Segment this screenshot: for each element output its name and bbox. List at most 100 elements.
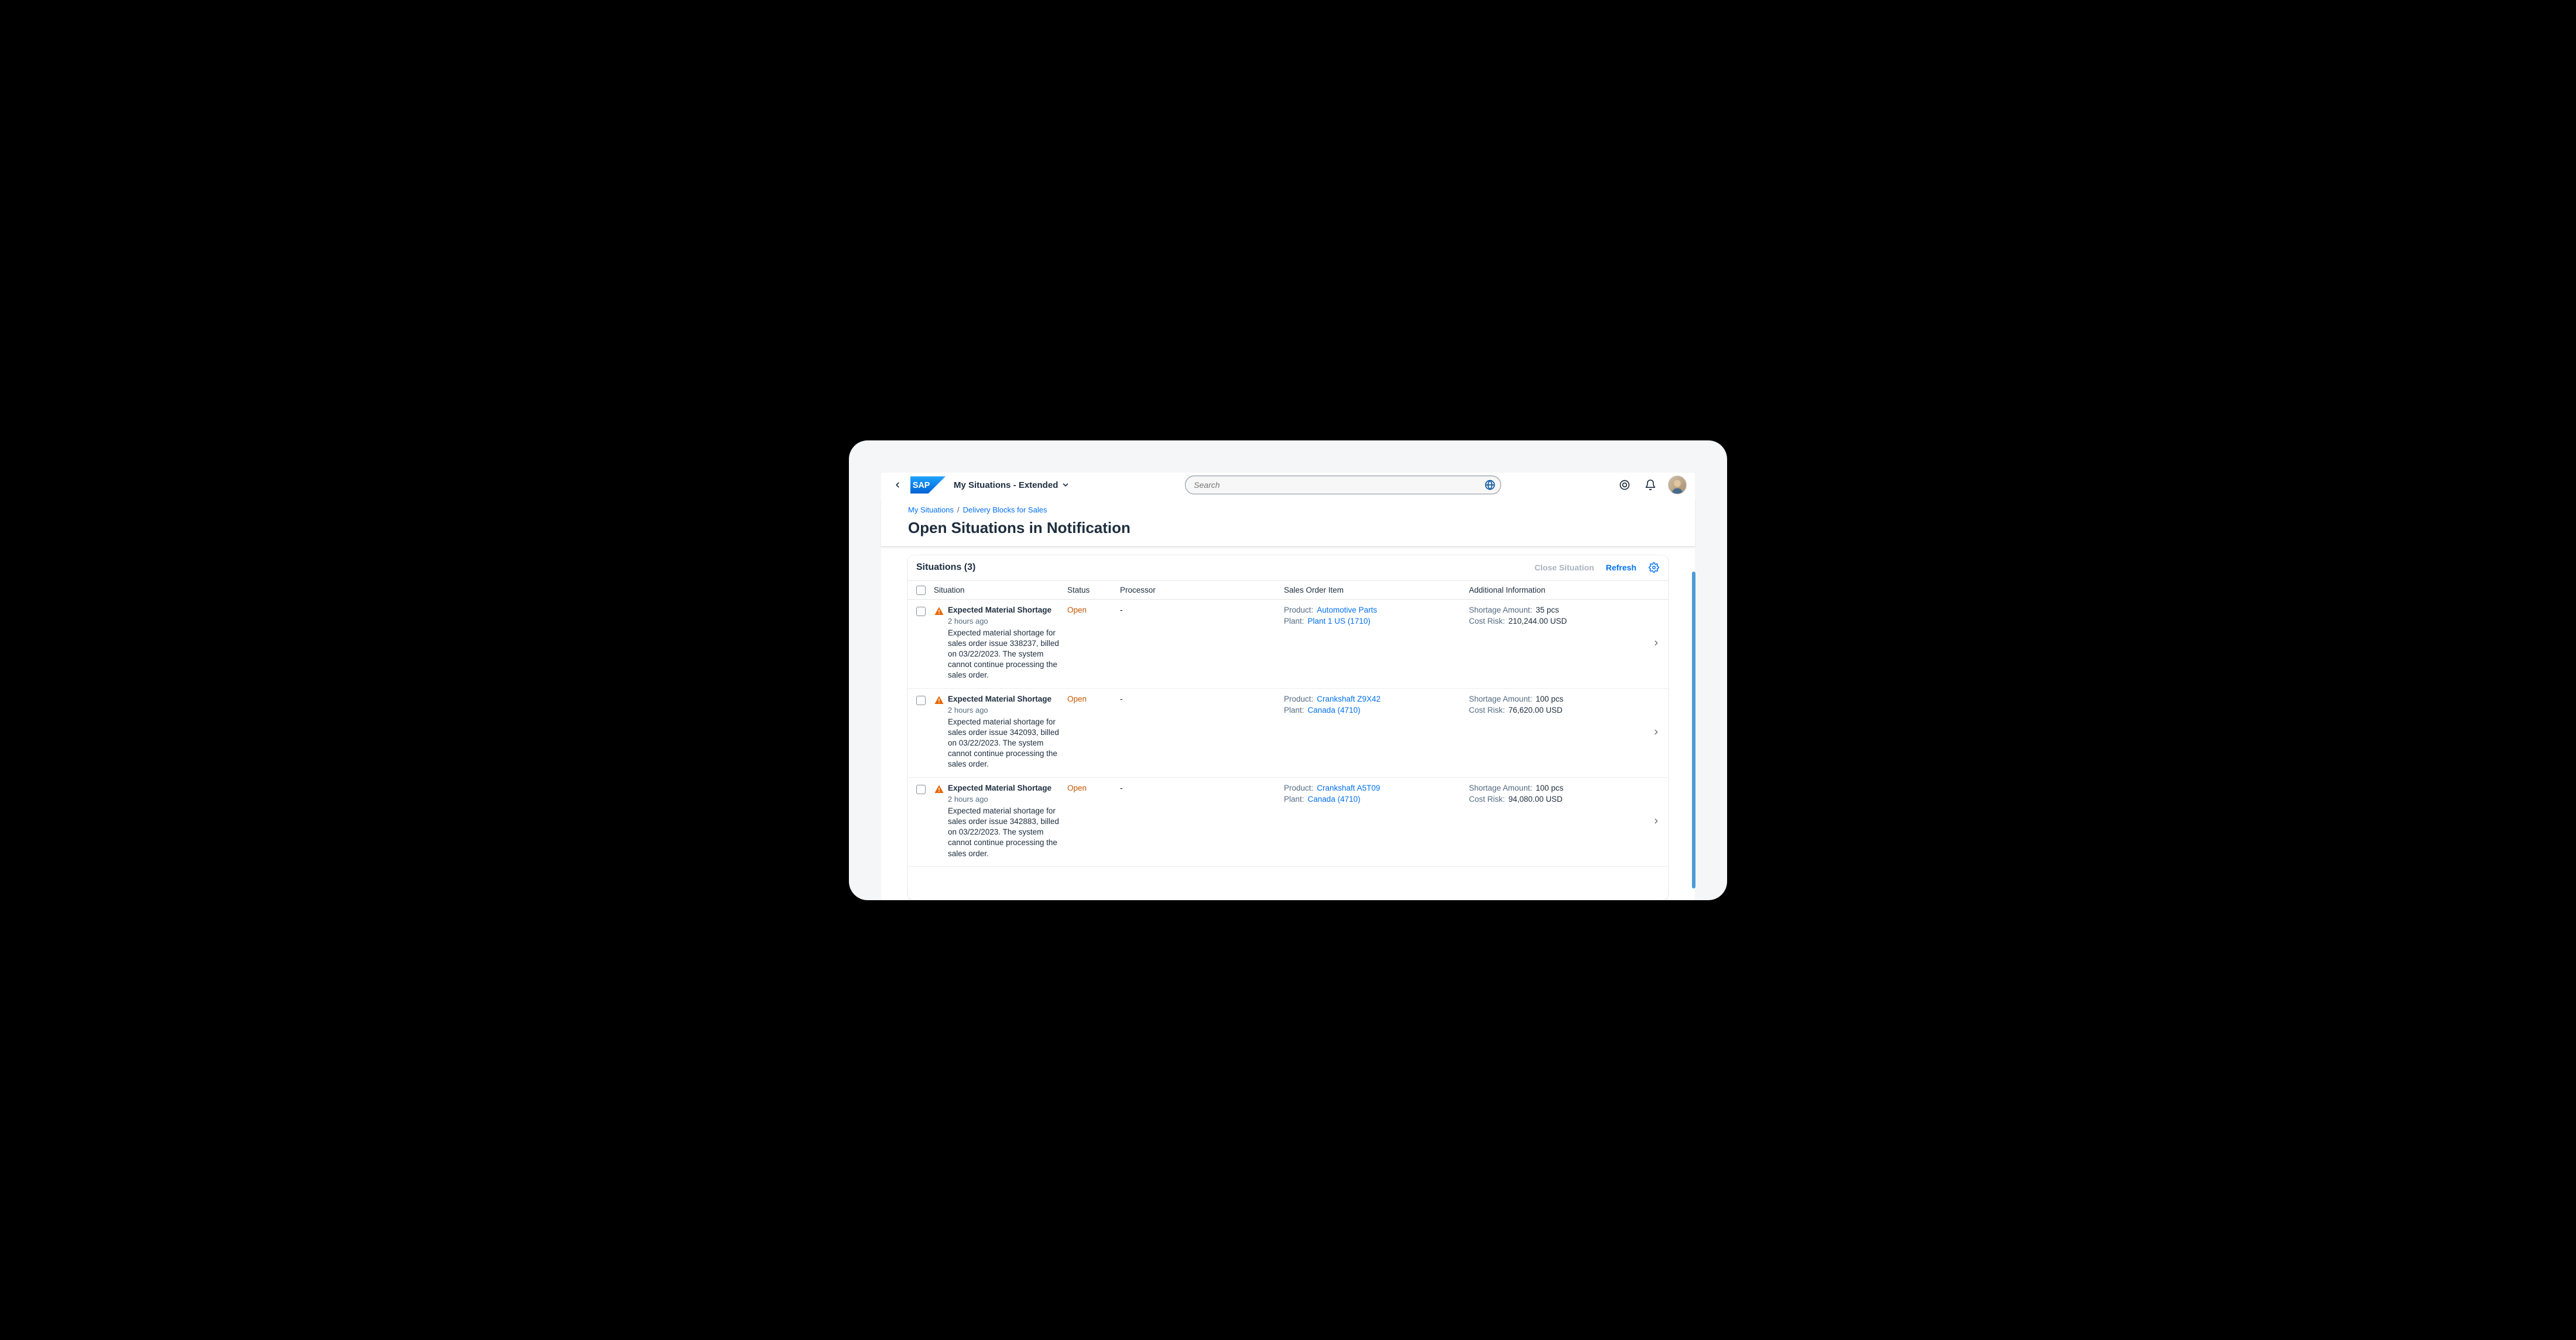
row-nav-button[interactable]: [1645, 695, 1668, 770]
app-window: SAP My Situations - Extended: [849, 440, 1727, 900]
shortage-label: Shortage Amount:: [1469, 695, 1532, 703]
gear-icon: [1649, 562, 1659, 573]
product-title: My Situations - Extended: [954, 480, 1058, 490]
page-title: Open Situations in Notification: [908, 519, 1668, 537]
row-nav-button[interactable]: [1645, 784, 1668, 859]
toolbar-actions: Close Situation Refresh: [1534, 562, 1660, 573]
product-link[interactable]: Crankshaft A5T09: [1317, 784, 1380, 792]
app-surface: SAP My Situations - Extended: [881, 473, 1695, 900]
product-link[interactable]: Automotive Parts: [1317, 606, 1377, 614]
user-avatar[interactable]: [1668, 476, 1687, 494]
status-value: Open: [1067, 606, 1087, 614]
bell-icon: [1645, 479, 1656, 491]
svg-text:SAP: SAP: [913, 481, 930, 490]
shellbar-left: SAP My Situations - Extended: [889, 476, 1070, 494]
copilot-button[interactable]: [1616, 477, 1633, 493]
table-row[interactable]: Expected Material Shortage 2 hours ago E…: [908, 689, 1668, 778]
costrisk-value: 76,620.00 USD: [1509, 706, 1563, 715]
col-additional-info[interactable]: Additional Information: [1469, 586, 1645, 594]
breadcrumb-sep: /: [957, 505, 960, 514]
close-situation-button[interactable]: Close Situation: [1534, 563, 1594, 572]
col-processor[interactable]: Processor: [1120, 586, 1284, 594]
content: Situations (3) Close Situation Refresh: [881, 547, 1695, 900]
row-checkbox[interactable]: [916, 607, 926, 616]
processor-value: -: [1120, 606, 1123, 614]
situation-description: Expected material shortage for sales ord…: [948, 717, 1061, 770]
plant-link[interactable]: Plant 1 US (1710): [1308, 617, 1371, 625]
plant-label: Plant:: [1284, 795, 1304, 804]
shortage-label: Shortage Amount:: [1469, 784, 1532, 792]
table-title: Situations (3): [916, 562, 975, 573]
table-header: Situation Status Processor Sales Order I…: [908, 581, 1668, 600]
situation-description: Expected material shortage for sales ord…: [948, 628, 1061, 681]
shortage-value: 100 pcs: [1536, 784, 1563, 792]
chevron-right-icon: [1652, 817, 1660, 825]
avatar-figure-icon: [1669, 477, 1686, 494]
breadcrumb-item-0[interactable]: My Situations: [908, 505, 954, 514]
costrisk-label: Cost Risk:: [1469, 617, 1505, 625]
search-input[interactable]: [1194, 480, 1484, 490]
scrollbar[interactable]: [1692, 572, 1695, 888]
sap-logo: SAP: [910, 476, 946, 494]
breadcrumb: My Situations / Delivery Blocks for Sale…: [908, 505, 1668, 514]
costrisk-label: Cost Risk:: [1469, 795, 1505, 804]
situations-table-card: Situations (3) Close Situation Refresh: [908, 555, 1668, 900]
chevron-right-icon: [1652, 728, 1660, 736]
row-checkbox[interactable]: [916, 696, 926, 705]
col-status[interactable]: Status: [1067, 586, 1120, 594]
costrisk-value: 94,080.00 USD: [1509, 795, 1563, 804]
chevron-down-icon: [1061, 481, 1070, 489]
situation-title: Expected Material Shortage: [948, 606, 1061, 614]
situation-title: Expected Material Shortage: [948, 695, 1061, 703]
product-label: Product:: [1284, 606, 1313, 614]
globe-icon[interactable]: [1484, 479, 1496, 491]
situation-title: Expected Material Shortage: [948, 784, 1061, 792]
table-row[interactable]: Expected Material Shortage 2 hours ago E…: [908, 600, 1668, 689]
product-switcher[interactable]: My Situations - Extended: [954, 480, 1070, 490]
table-row[interactable]: Expected Material Shortage 2 hours ago E…: [908, 778, 1668, 867]
shortage-value: 100 pcs: [1536, 695, 1563, 703]
col-situation[interactable]: Situation: [934, 586, 1067, 594]
processor-value: -: [1120, 695, 1123, 703]
notifications-button[interactable]: [1642, 477, 1659, 493]
plant-label: Plant:: [1284, 617, 1304, 625]
shellbar: SAP My Situations - Extended: [881, 473, 1695, 498]
col-sales-order-item[interactable]: Sales Order Item: [1284, 586, 1469, 594]
search-field[interactable]: [1185, 476, 1501, 494]
costrisk-label: Cost Risk:: [1469, 706, 1505, 715]
situation-time: 2 hours ago: [948, 617, 1061, 625]
table-body: Expected Material Shortage 2 hours ago E…: [908, 600, 1668, 867]
shortage-value: 35 pcs: [1536, 606, 1559, 614]
situation-time: 2 hours ago: [948, 706, 1061, 715]
status-value: Open: [1067, 695, 1087, 703]
copilot-icon: [1619, 479, 1630, 491]
shortage-label: Shortage Amount:: [1469, 606, 1532, 614]
table-toolbar: Situations (3) Close Situation Refresh: [908, 555, 1668, 581]
plant-link[interactable]: Canada (4710): [1308, 706, 1361, 715]
shellbar-center: [1077, 476, 1609, 494]
situation-time: 2 hours ago: [948, 795, 1061, 804]
product-link[interactable]: Crankshaft Z9X42: [1317, 695, 1381, 703]
plant-link[interactable]: Canada (4710): [1308, 795, 1361, 804]
status-value: Open: [1067, 784, 1087, 792]
select-all-checkbox[interactable]: [916, 586, 926, 595]
refresh-button[interactable]: Refresh: [1606, 563, 1636, 572]
table-settings-button[interactable]: [1648, 562, 1660, 573]
plant-label: Plant:: [1284, 706, 1304, 715]
back-button[interactable]: [889, 477, 906, 493]
warning-icon: [934, 695, 944, 770]
page-header: My Situations / Delivery Blocks for Sale…: [881, 498, 1695, 547]
chevron-left-icon: [893, 481, 902, 489]
breadcrumb-item-1[interactable]: Delivery Blocks for Sales: [963, 505, 1047, 514]
shellbar-right: [1616, 476, 1687, 494]
costrisk-value: 210,244.00 USD: [1509, 617, 1567, 625]
row-nav-button[interactable]: [1645, 606, 1668, 681]
warning-icon: [934, 606, 944, 681]
row-checkbox[interactable]: [916, 785, 926, 794]
warning-icon: [934, 784, 944, 859]
situation-description: Expected material shortage for sales ord…: [948, 806, 1061, 859]
processor-value: -: [1120, 784, 1123, 792]
product-label: Product:: [1284, 695, 1313, 703]
chevron-right-icon: [1652, 639, 1660, 647]
product-label: Product:: [1284, 784, 1313, 792]
